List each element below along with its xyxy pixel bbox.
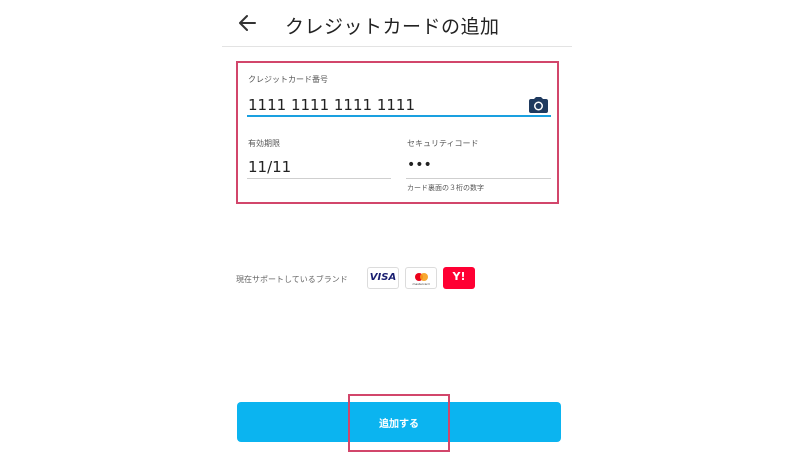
- add-button[interactable]: 追加する: [237, 402, 561, 442]
- expiry-label: 有効期限: [248, 139, 280, 148]
- expiry-input[interactable]: 11/11: [248, 158, 291, 176]
- card-number-input[interactable]: 1111 1111 1111 1111: [248, 96, 415, 114]
- security-code-underline: [406, 178, 551, 179]
- yahoo-logo: Y!: [443, 267, 475, 289]
- security-code-helper: カード裏面の３桁の数字: [407, 184, 484, 192]
- camera-icon[interactable]: [528, 96, 549, 114]
- arrow-left-icon[interactable]: [236, 10, 258, 36]
- card-number-label: クレジットカード番号: [248, 75, 328, 84]
- visa-logo: VISA: [367, 267, 399, 289]
- card-number-underline: [247, 115, 551, 117]
- mastercard-logo-text: mastercard: [412, 282, 430, 286]
- page-title: クレジットカードの追加: [285, 16, 500, 38]
- expiry-underline: [247, 178, 391, 179]
- header-divider: [222, 46, 572, 47]
- add-button-label: 追加する: [379, 419, 419, 430]
- mastercard-orange-circle: [420, 273, 428, 281]
- visa-logo-text: VISA: [369, 272, 397, 283]
- yahoo-logo-text: Y!: [452, 270, 466, 283]
- supported-brands-label: 現在サポートしているブランド: [236, 275, 348, 284]
- security-code-label: セキュリティコード: [407, 139, 479, 148]
- mastercard-logo: mastercard: [405, 267, 437, 289]
- security-code-input[interactable]: •••: [407, 157, 432, 173]
